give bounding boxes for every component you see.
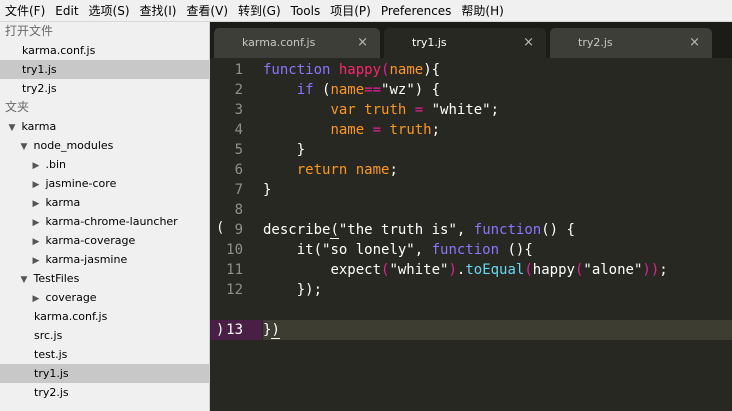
line-gutter: 1 2 3 4 5 6 7 8 ( 9 10 11 12 ) 13 xyxy=(210,58,262,411)
file-src[interactable]: src.js xyxy=(0,326,209,345)
line-number: 3 xyxy=(234,102,243,118)
code-line: expect("white").toEqual(happy("alone")); xyxy=(330,262,668,278)
line-number: 12 xyxy=(226,282,243,298)
menu-project[interactable]: 项目(P) xyxy=(325,0,376,22)
file-label: test.js xyxy=(34,348,68,361)
tab-karma-conf[interactable]: karma.conf.js × xyxy=(214,28,380,58)
line-number: 2 xyxy=(234,82,243,98)
folder-label: .bin xyxy=(45,158,67,171)
menu-help[interactable]: 帮助(H) xyxy=(456,0,508,22)
folder-label: coverage xyxy=(45,291,97,304)
open-file-label: try1.js xyxy=(22,63,57,76)
menu-preferences[interactable]: Preferences xyxy=(376,0,457,22)
code-line: describe("the truth is", function() { xyxy=(263,222,575,239)
line-number: 5 xyxy=(234,142,243,158)
folder-testfiles[interactable]: ▼ TestFiles xyxy=(0,269,209,288)
line-number: 11 xyxy=(226,262,243,278)
code-line: var truth = "white"; xyxy=(330,102,500,118)
code-line: function happy(name){ xyxy=(263,62,441,78)
tab-label: try2.js xyxy=(578,36,613,49)
line-number: 8 xyxy=(234,202,243,218)
folder-label: karma xyxy=(45,196,81,209)
folder-label: karma-coverage xyxy=(45,234,136,247)
open-file-label: try2.js xyxy=(22,82,57,95)
open-files-header: 打开文件 xyxy=(5,24,54,38)
menu-view[interactable]: 查看(V) xyxy=(181,0,233,22)
line-number-current: 13 xyxy=(226,322,243,338)
code-area[interactable]: function happy(name){ if (name=="wz") { … xyxy=(263,58,732,411)
folder-label: karma xyxy=(21,120,57,133)
folder-karma-jasmine[interactable]: ▶ karma-jasmine xyxy=(0,250,209,269)
menu-file[interactable]: 文件(F) xyxy=(0,0,50,22)
code-line: it("so lonely", function (){ xyxy=(296,242,533,258)
open-file-try2[interactable]: try2.js xyxy=(0,79,209,98)
file-karma-conf[interactable]: karma.conf.js xyxy=(0,307,209,326)
open-file-label: karma.conf.js xyxy=(22,44,96,57)
tab-try2[interactable]: try2.js × xyxy=(550,28,712,58)
menu-edit[interactable]: Edit xyxy=(50,0,83,22)
line-number: 9 xyxy=(234,222,243,238)
line-number: 7 xyxy=(234,182,243,198)
folders-header: 文夹 xyxy=(5,100,30,114)
menu-find[interactable]: 查找(I) xyxy=(135,0,182,22)
folder-coverage[interactable]: ▶ coverage xyxy=(0,288,209,307)
folder-karma[interactable]: ▼ karma xyxy=(0,117,209,136)
folder-label: TestFiles xyxy=(33,272,80,285)
folder-bin[interactable]: ▶ .bin xyxy=(0,155,209,174)
folder-karma-sub[interactable]: ▶ karma xyxy=(0,193,209,212)
line-number: 1 xyxy=(234,62,243,78)
folder-label: karma-chrome-launcher xyxy=(45,215,178,228)
file-label: karma.conf.js xyxy=(34,310,108,323)
line-number: 10 xyxy=(226,242,243,258)
file-label: try2.js xyxy=(34,386,69,399)
tab-try1[interactable]: try1.js × xyxy=(384,28,546,58)
folder-label: karma-jasmine xyxy=(45,253,128,266)
file-try1[interactable]: try1.js xyxy=(0,364,209,383)
folder-jasmine-core[interactable]: ▶ jasmine-core xyxy=(0,174,209,193)
close-icon[interactable]: × xyxy=(689,28,700,58)
folder-karma-coverage[interactable]: ▶ karma-coverage xyxy=(0,231,209,250)
editor: karma.conf.js × try1.js × try2.js × 1 2 … xyxy=(210,22,732,411)
code-line: return name; xyxy=(296,162,398,178)
sidebar: 打开文件 karma.conf.js try1.js try2.js 文夹 ▼ … xyxy=(0,22,210,411)
line-number: 4 xyxy=(234,122,243,138)
code-line-current: }) xyxy=(263,320,732,340)
file-test[interactable]: test.js xyxy=(0,345,209,364)
file-label: try1.js xyxy=(34,367,69,380)
close-icon[interactable]: × xyxy=(357,28,368,58)
close-icon[interactable]: × xyxy=(523,28,534,58)
code-line: } xyxy=(296,142,306,158)
line-number: 6 xyxy=(234,162,243,178)
code-line: }); xyxy=(296,282,323,298)
code-line: if (name=="wz") { xyxy=(296,82,441,98)
tab-label: karma.conf.js xyxy=(242,36,316,49)
file-label: src.js xyxy=(34,329,63,342)
code-line: name = truth; xyxy=(330,122,441,138)
menu-goto[interactable]: 转到(G) xyxy=(233,0,286,22)
menu-selection[interactable]: 选项(S) xyxy=(84,0,135,22)
file-try2[interactable]: try2.js xyxy=(0,383,209,402)
open-file-karma-conf[interactable]: karma.conf.js xyxy=(0,41,209,60)
tab-label: try1.js xyxy=(412,36,447,49)
open-file-try1[interactable]: try1.js xyxy=(0,60,209,79)
folder-label: jasmine-core xyxy=(45,177,117,190)
code-line: } xyxy=(263,182,272,198)
folder-label: node_modules xyxy=(33,139,114,152)
menu-bar: 文件(F) Edit 选项(S) 查找(I) 查看(V) 转到(G) Tools… xyxy=(0,0,732,22)
tab-bar: karma.conf.js × try1.js × try2.js × xyxy=(210,22,732,58)
folder-karma-chrome-launcher[interactable]: ▶ karma-chrome-launcher xyxy=(0,212,209,231)
menu-tools[interactable]: Tools xyxy=(286,0,326,22)
folder-node-modules[interactable]: ▼ node_modules xyxy=(0,136,209,155)
